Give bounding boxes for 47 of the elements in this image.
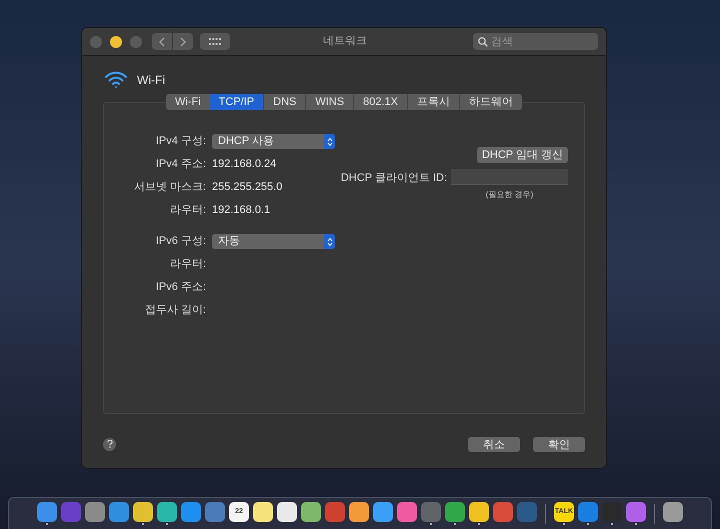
show-all-button[interactable]: [200, 33, 230, 50]
help-button[interactable]: [103, 438, 116, 450]
client-id-label: DHCP 클라이언트 ID:: [340, 171, 447, 186]
dhcp-renew-button[interactable]: DHCP 임대 갱신: [477, 147, 568, 163]
forward-button[interactable]: [173, 33, 193, 50]
dropdown[interactable]: DHCP 사용: [212, 134, 335, 149]
wifi-icon: [104, 71, 128, 89]
minimize-button[interactable]: [110, 36, 122, 48]
interface-name: Wi-Fi: [137, 72, 165, 89]
dialog-button[interactable]: 확인: [533, 436, 585, 452]
app-icon[interactable]: [253, 502, 273, 522]
app-icon[interactable]: [349, 502, 369, 522]
app-icon[interactable]: [277, 502, 297, 522]
grid-icon: [209, 38, 221, 45]
dropdown[interactable]: 자동: [212, 234, 335, 249]
app-icon[interactable]: [373, 502, 393, 522]
app-icon[interactable]: [133, 502, 153, 522]
field-label: IPv4 주소:: [154, 157, 206, 172]
field-value: 192.168.0.24: [212, 157, 276, 172]
app-icon[interactable]: [469, 502, 489, 522]
tab[interactable]: TCP/IP: [210, 94, 264, 110]
field-label: 서브넷 마스크:: [132, 180, 206, 196]
field-label: 라우터:: [168, 257, 206, 272]
field-label: IPv6 구성:: [154, 234, 206, 250]
client-id-hint: (필요한 경우): [484, 189, 534, 201]
field-value: 192.168.0.1: [212, 203, 270, 218]
app-icon[interactable]: [445, 502, 465, 522]
search-field[interactable]: 검색: [473, 33, 598, 50]
app-icon[interactable]: [663, 502, 683, 522]
field-label: 라우터:: [168, 203, 206, 218]
field-label: IPv4 구성:: [154, 134, 206, 150]
chevron-right-icon: [180, 36, 186, 46]
dialog-button[interactable]: 취소: [468, 436, 520, 452]
app-icon[interactable]: [301, 502, 321, 522]
client-id-field[interactable]: [451, 169, 568, 185]
field-label: 접두사 길이:: [144, 303, 206, 318]
back-button[interactable]: [152, 33, 172, 50]
question-icon: [106, 440, 112, 448]
updown-arrows-icon: [326, 236, 332, 246]
search-icon: [478, 37, 488, 47]
updown-arrows-icon: [326, 136, 332, 146]
chevron-left-icon: [159, 36, 165, 46]
field-label: IPv6 주소:: [154, 280, 206, 296]
app-icon[interactable]: [157, 502, 177, 522]
window-title: 네트워크: [322, 34, 368, 50]
tab[interactable]: Wi-Fi: [166, 94, 210, 110]
field-value: 255.255.255.0: [212, 180, 282, 196]
